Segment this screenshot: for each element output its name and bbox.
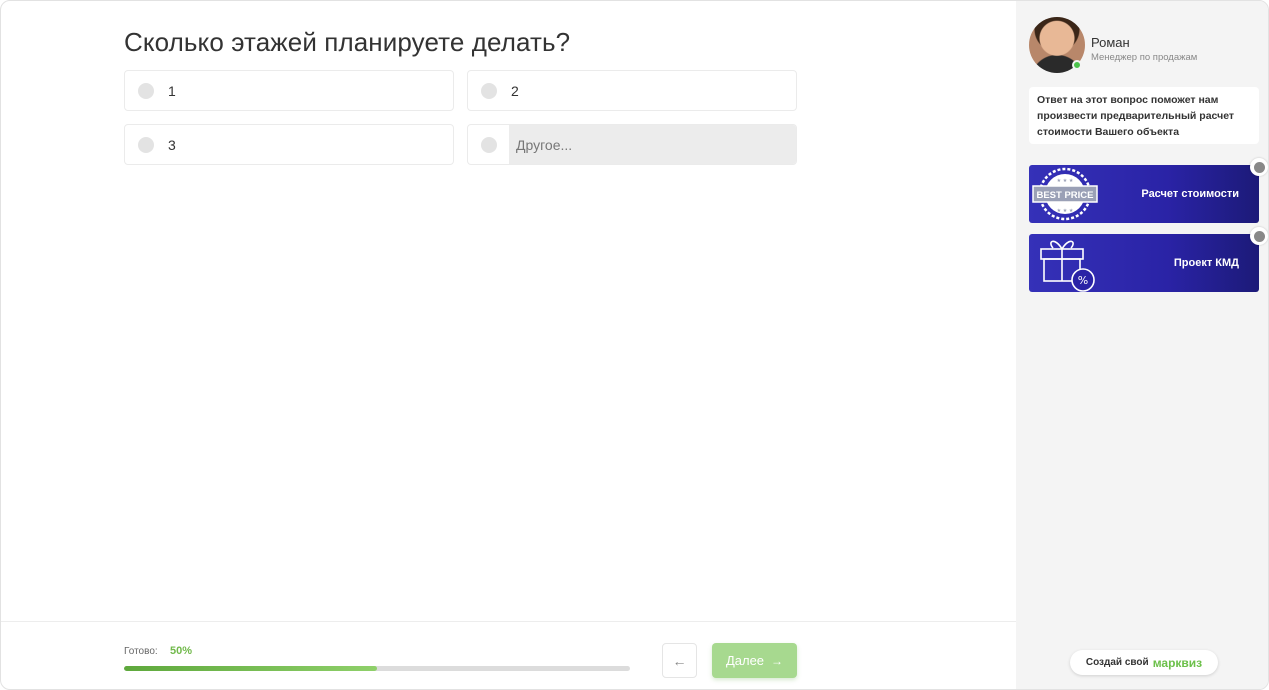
progress-bar [124,666,630,671]
answer-option-3[interactable]: 3 [124,124,454,165]
sidebar: Роман Менеджер по продажам Ответ на этот… [1016,1,1268,689]
answer-option-other[interactable]: Другое... [467,124,797,165]
best-price-badge-icon: BEST PRICE ★ ★ ★ ★ ★ ★ [1032,167,1098,221]
svg-text:%: % [1078,274,1088,287]
online-status-icon [1072,60,1082,70]
other-input-placeholder: Другое... [516,136,573,153]
arrow-left-icon: ← [672,652,687,669]
manager-note: Ответ на этот вопрос поможет нам произве… [1029,87,1259,144]
progress-fill [124,666,377,671]
lock-icon [1250,158,1268,176]
answer-option-label: 1 [168,82,176,99]
brand-text: Создай свой [1085,657,1149,668]
bonus-label: Расчет стоимости [1141,188,1239,200]
manager-name: Роман [1091,35,1130,50]
brand-logo: марквиз [1152,655,1203,670]
quiz-window: Сколько этажей планируете делать? 1 2 3 … [0,0,1269,690]
bonus-price-calc: BEST PRICE ★ ★ ★ ★ ★ ★ Расчет стоимости [1029,158,1268,223]
radio-icon[interactable] [481,82,497,99]
answer-option-label: 3 [168,136,176,153]
quiz-footer: Готово: 50% ← Далее → [1,621,1016,689]
create-own-quiz-link[interactable]: Создай свой марквиз [1070,650,1218,675]
answer-option-1[interactable]: 1 [124,70,454,111]
progress-percent: 50% [170,645,193,657]
progress-label: Готово: [124,646,158,657]
bonus-label: Проект КМД [1173,257,1239,269]
badge-text: BEST PRICE [1036,190,1093,201]
radio-icon[interactable] [138,136,154,153]
radio-icon[interactable] [138,82,154,99]
arrow-right-icon: → [771,653,784,668]
manager-role: Менеджер по продажам [1091,52,1198,63]
answer-option-label: 2 [511,82,519,99]
radio-icon[interactable] [481,136,497,153]
next-button[interactable]: Далее → [712,643,797,678]
svg-text:★ ★ ★: ★ ★ ★ [1057,178,1074,184]
answer-option-2[interactable]: 2 [467,70,797,111]
svg-text:★ ★ ★: ★ ★ ★ [1057,208,1074,214]
question-title: Сколько этажей планируете делать? [124,27,571,57]
back-button[interactable]: ← [662,643,697,678]
other-input[interactable]: Другое... [509,125,796,164]
question-panel: Сколько этажей планируете делать? 1 2 3 … [1,1,1016,689]
bonus-project-kmd: % Проект КМД [1029,227,1268,292]
lock-icon [1250,227,1268,245]
gift-percent-icon: % [1040,240,1095,292]
next-button-label: Далее [725,653,765,668]
